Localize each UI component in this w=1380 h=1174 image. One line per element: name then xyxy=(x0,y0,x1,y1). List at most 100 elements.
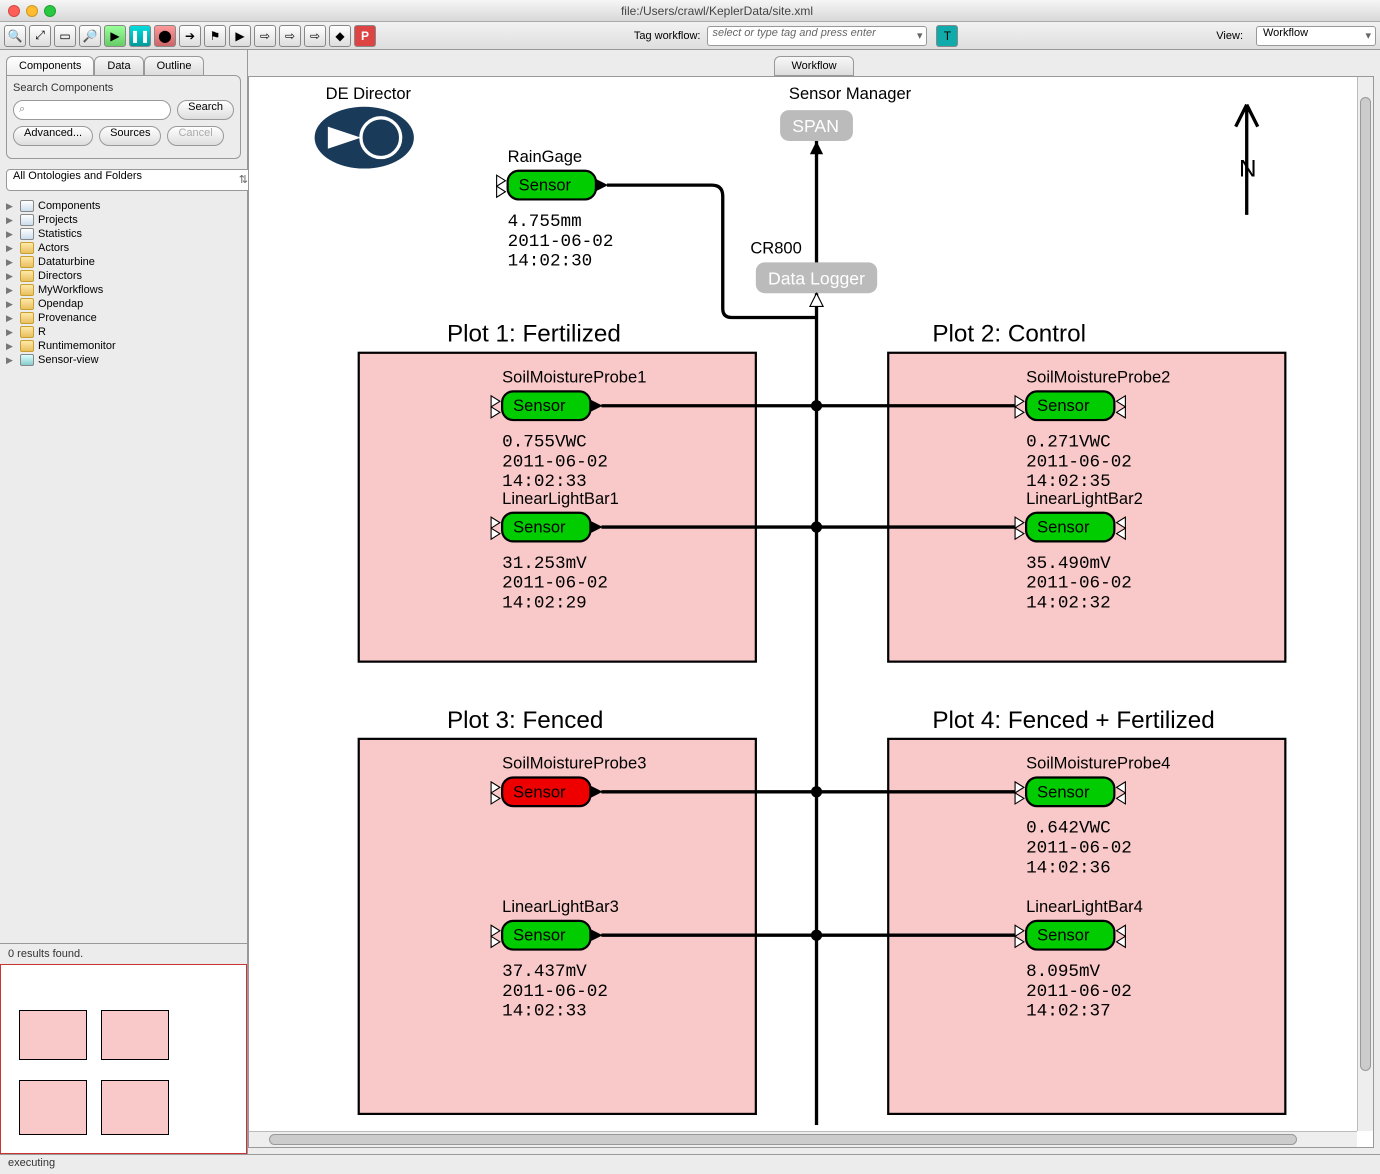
tab-outline[interactable]: Outline xyxy=(144,56,205,75)
disclosure-icon[interactable]: ▶ xyxy=(6,243,16,254)
tree-item[interactable]: ▶Actors xyxy=(6,241,241,255)
port-icon[interactable] xyxy=(596,180,607,191)
provenance-button[interactable]: P xyxy=(354,25,376,47)
compass-label: N xyxy=(1239,155,1257,182)
tree-item[interactable]: ▶Components xyxy=(6,199,241,213)
play-icon[interactable]: ▶ xyxy=(104,25,126,47)
ontology-select[interactable]: All Ontologies and Folders xyxy=(6,169,253,191)
tree-item[interactable]: ▶Runtimemonitor xyxy=(6,339,241,353)
disclosure-icon[interactable]: ▶ xyxy=(6,271,16,282)
plot-title: Plot 2: Control xyxy=(932,321,1086,348)
tab-components[interactable]: Components xyxy=(6,56,94,75)
disclosure-icon[interactable]: ▶ xyxy=(6,313,16,324)
titlebar: file:/Users/crawl/KeplerData/site.xml xyxy=(0,0,1380,22)
disclosure-icon[interactable]: ▶ xyxy=(6,341,16,352)
tag-workflow-input[interactable]: select or type tag and press enter xyxy=(707,26,927,46)
pause-icon[interactable]: ❚❚ xyxy=(129,25,151,47)
zoom-icon[interactable] xyxy=(44,5,56,17)
step-icon[interactable]: ⇨ xyxy=(254,25,276,47)
cr800-label: CR800 xyxy=(750,238,801,257)
minimap[interactable] xyxy=(0,964,247,1154)
sidebar: Components Data Outline Search Component… xyxy=(0,50,248,1154)
sensor-label: Sensor xyxy=(1037,926,1090,945)
sensor-name: SoilMoistureProbe4 xyxy=(1026,754,1170,773)
toolbar: 🔍 ⤢ ▭ 🔎 ▶ ❚❚ ⬤ ➔ ⚑ ▶ ⇨ ⇨ ⇨ ◆ P Tag workf… xyxy=(0,22,1380,50)
search-input[interactable] xyxy=(13,100,171,120)
sensor-value: 35.490mV xyxy=(1026,554,1111,574)
flag-icon[interactable]: ⚑ xyxy=(204,25,226,47)
disclosure-icon[interactable]: ▶ xyxy=(6,201,16,212)
data-logger-label: Data Logger xyxy=(768,268,865,288)
disclosure-icon[interactable]: ▶ xyxy=(6,299,16,310)
sensor-value: 37.437mV xyxy=(502,962,587,982)
tree-item[interactable]: ▶Directors xyxy=(6,269,241,283)
disclosure-icon[interactable]: ▶ xyxy=(6,355,16,366)
tree-item[interactable]: ▶ Projects xyxy=(6,213,241,227)
arrow-solid-icon[interactable]: ▶ xyxy=(229,25,251,47)
folder-icon xyxy=(20,284,34,296)
close-icon[interactable] xyxy=(8,5,20,17)
sensor-time: 14:02:33 xyxy=(502,1002,587,1022)
wire-junction xyxy=(811,400,822,411)
sensor-value: 4.755mm xyxy=(508,212,582,232)
horizontal-scrollbar[interactable] xyxy=(249,1131,1357,1147)
tree-item[interactable]: ▶Provenance xyxy=(6,311,241,325)
span-label: SPAN xyxy=(792,116,839,136)
disclosure-icon[interactable]: ▶ xyxy=(6,215,16,226)
tree-item[interactable]: ▶Sensor-view xyxy=(6,353,241,367)
plot-title: Plot 1: Fertilized xyxy=(447,321,621,348)
folder-icon xyxy=(20,256,34,268)
disclosure-icon[interactable]: ▶ xyxy=(6,229,16,240)
plot-title: Plot 3: Fenced xyxy=(447,707,603,734)
search-panel-title: Search Components xyxy=(13,82,234,94)
workflow-tab[interactable]: Workflow xyxy=(774,56,853,76)
tree-item-label: Projects xyxy=(38,214,78,226)
tree-item[interactable]: ▶R xyxy=(6,325,241,339)
sensor-value: 0.755VWC xyxy=(502,433,587,453)
workflow-canvas[interactable]: DE DirectorNSensor ManagerSPANCR800Data … xyxy=(248,76,1374,1148)
sensor-value: 31.253mV xyxy=(502,554,587,574)
tree-item[interactable]: ▶Statistics xyxy=(6,227,241,241)
folder-icon xyxy=(20,326,34,338)
sensor-time: 14:02:30 xyxy=(508,252,593,272)
zoom-reset-icon[interactable]: ⤢ xyxy=(29,25,51,47)
search-button[interactable]: Search xyxy=(177,100,234,120)
component-icon xyxy=(20,214,34,226)
minimize-icon[interactable] xyxy=(26,5,38,17)
step2-icon[interactable]: ⇨ xyxy=(279,25,301,47)
tree-item[interactable]: ▶MyWorkflows xyxy=(6,283,241,297)
zoom-out-icon[interactable]: 🔎 xyxy=(79,25,101,47)
sources-button[interactable]: Sources xyxy=(99,126,161,146)
sensor-name: SoilMoistureProbe3 xyxy=(502,754,646,773)
tree-item[interactable]: ▶Opendap xyxy=(6,297,241,311)
zoom-in-icon[interactable]: 🔍 xyxy=(4,25,26,47)
zoom-fit-icon[interactable]: ▭ xyxy=(54,25,76,47)
folder-icon xyxy=(20,340,34,352)
plot-title: Plot 4: Fenced + Fertilized xyxy=(932,707,1214,734)
cancel-button: Cancel xyxy=(167,126,223,146)
port-icon[interactable] xyxy=(497,175,506,186)
search-panel: Search Components Search Advanced... Sou… xyxy=(6,75,241,159)
sensor-date: 2011-06-02 xyxy=(1026,838,1132,858)
step3-icon[interactable]: ⇨ xyxy=(304,25,326,47)
port-icon[interactable] xyxy=(497,186,506,197)
advanced-button[interactable]: Advanced... xyxy=(13,126,93,146)
wire-junction xyxy=(811,930,822,941)
sensor-name: LinearLightBar3 xyxy=(502,897,619,916)
folder-icon xyxy=(20,270,34,282)
tree-item[interactable]: ▶Dataturbine xyxy=(6,255,241,269)
vertical-scrollbar[interactable] xyxy=(1357,77,1373,1131)
diamond-icon[interactable]: ◆ xyxy=(329,25,351,47)
sensor-date: 2011-06-02 xyxy=(502,982,608,1002)
sensor-label: Sensor xyxy=(1037,782,1090,801)
view-select[interactable]: Workflow xyxy=(1256,26,1376,46)
sensor-date: 2011-06-02 xyxy=(1026,982,1132,1002)
tab-data[interactable]: Data xyxy=(94,56,143,75)
disclosure-icon[interactable]: ▶ xyxy=(6,257,16,268)
arrow-right-icon[interactable]: ➔ xyxy=(179,25,201,47)
disclosure-icon[interactable]: ▶ xyxy=(6,327,16,338)
sensor-time: 14:02:37 xyxy=(1026,1002,1111,1022)
tag-button[interactable]: T xyxy=(936,25,958,47)
stop-icon[interactable]: ⬤ xyxy=(154,25,176,47)
disclosure-icon[interactable]: ▶ xyxy=(6,285,16,296)
